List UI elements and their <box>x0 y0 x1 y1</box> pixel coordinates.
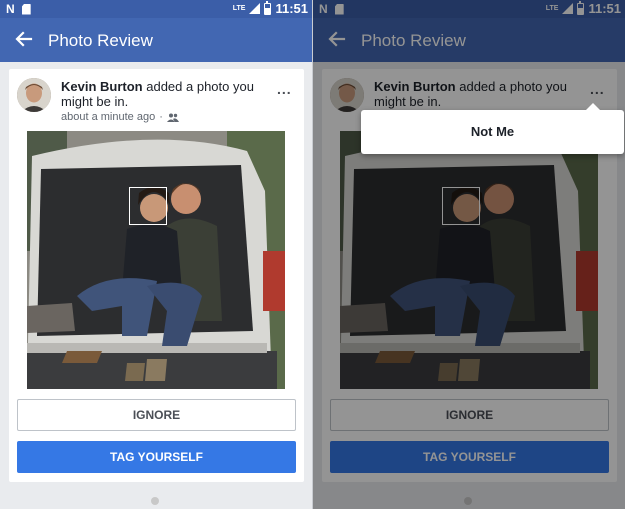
ignore-button[interactable]: IGNORE <box>17 399 296 431</box>
friends-icon <box>166 113 179 122</box>
avatar[interactable] <box>17 78 51 112</box>
tag-yourself-button[interactable]: TAG YOURSELF <box>17 441 296 473</box>
lte-label: LTE <box>232 5 246 12</box>
signal-icon <box>249 3 261 14</box>
not-me-menu-item[interactable]: Not Me <box>361 110 624 154</box>
page-title: Photo Review <box>48 31 153 50</box>
n-logo-icon: N <box>6 2 15 16</box>
battery-icon <box>264 0 272 15</box>
status-bar: N LTE 11:51 <box>0 0 312 18</box>
home-indicator <box>151 497 159 505</box>
status-time: 11:51 <box>275 1 308 16</box>
post-text: Kevin Burton added a photo you might be … <box>61 79 266 109</box>
app-bar: Photo Review <box>0 18 312 62</box>
arrow-left-icon[interactable] <box>14 29 34 49</box>
meta-separator: · <box>159 111 163 123</box>
screenshot-comparison: N LTE 11:51 Photo Review Kevin Burton ad… <box>0 0 625 509</box>
more-options-icon[interactable]: ... <box>277 81 292 97</box>
face-tag-box[interactable] <box>129 187 167 225</box>
photo-review-card: Kevin Burton added a photo you might be … <box>9 69 304 482</box>
dim-overlay[interactable] <box>313 0 625 509</box>
author-name[interactable]: Kevin Burton <box>61 79 143 94</box>
tagged-photo[interactable] <box>27 131 285 389</box>
phone-screen-left: N LTE 11:51 Photo Review Kevin Burton ad… <box>0 0 312 509</box>
options-popup-menu: Not Me <box>361 103 624 154</box>
phone-screen-right: N LTE 11:51 Photo Review Kevin Burton ad… <box>313 0 625 509</box>
timestamp: about a minute ago <box>61 111 156 123</box>
sim-card-icon <box>21 3 31 15</box>
post-meta: about a minute ago · <box>61 111 179 123</box>
